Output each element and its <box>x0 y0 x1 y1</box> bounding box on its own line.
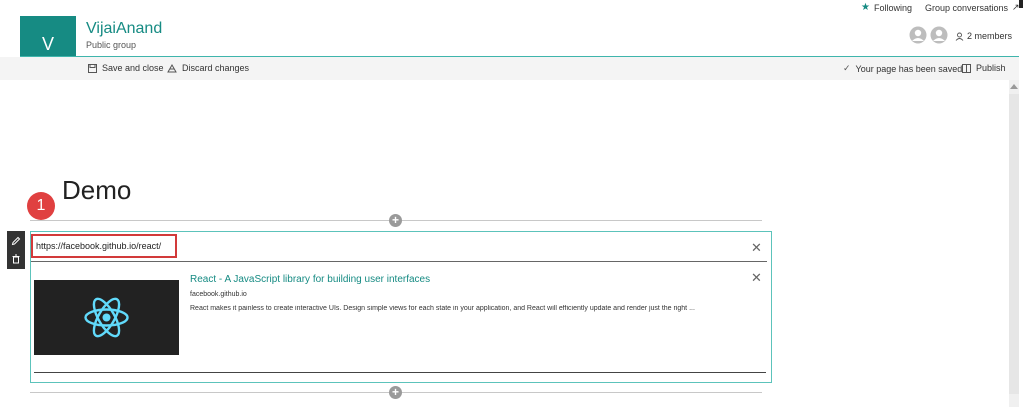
link-preview-thumbnail[interactable] <box>34 280 179 355</box>
group-conversations-label: Group conversations <box>925 2 1009 13</box>
save-status: ✓ Your page has been saved <box>843 63 962 74</box>
react-logo-icon <box>84 297 129 338</box>
members-button[interactable]: 2 members <box>955 31 1012 41</box>
link-preview-title[interactable]: React - A JavaScript library for buildin… <box>190 274 430 285</box>
following-button[interactable]: ★ Following <box>861 2 912 13</box>
following-label: Following <box>873 2 912 13</box>
checkmark-icon: ✓ <box>843 63 851 73</box>
publish-icon <box>962 63 971 73</box>
save-and-close-label: Save and close <box>102 63 164 73</box>
site-subtitle: Public group <box>86 40 137 50</box>
star-icon: ★ <box>861 2 870 13</box>
scrollbar-thumb[interactable] <box>1009 94 1019 394</box>
window-edge-mark <box>1019 0 1023 8</box>
page-title[interactable]: Demo <box>62 175 131 206</box>
discard-icon <box>167 63 177 72</box>
save-status-label: Your page has been saved <box>855 63 963 74</box>
person-icon <box>955 32 964 41</box>
link-preview-domain: facebook.github.io <box>190 291 247 298</box>
step-badge: 1 <box>27 192 55 220</box>
url-input[interactable] <box>31 234 177 258</box>
link-preview-description: React makes it painless to create intera… <box>190 305 695 312</box>
url-field-underline <box>31 261 767 262</box>
edit-pencil-icon[interactable] <box>8 233 24 249</box>
preview-underline <box>34 372 766 373</box>
remove-preview-close-icon[interactable]: ✕ <box>751 271 762 284</box>
site-title[interactable]: VijaiAnand <box>86 20 162 38</box>
add-webpart-button[interactable]: + <box>389 386 402 399</box>
save-icon <box>88 63 97 73</box>
member-avatar[interactable] <box>909 26 927 49</box>
publish-button[interactable]: Publish <box>962 63 1006 73</box>
members-label: 2 members <box>967 31 1013 41</box>
clear-url-close-icon[interactable]: ✕ <box>751 241 762 254</box>
group-conversations-link[interactable]: Group conversations ↗ <box>925 2 1020 13</box>
window-edge <box>1019 0 1023 407</box>
discard-changes-button[interactable]: Discard changes <box>167 63 249 73</box>
scroll-up-arrow-icon[interactable] <box>1010 84 1018 89</box>
delete-trash-icon[interactable] <box>8 251 24 267</box>
discard-changes-label: Discard changes <box>182 63 250 73</box>
member-avatar[interactable] <box>930 26 948 49</box>
site-logo-letter: V <box>41 33 54 54</box>
external-link-icon: ↗ <box>1012 2 1020 12</box>
save-and-close-button[interactable]: Save and close <box>88 63 164 73</box>
add-webpart-button[interactable]: + <box>389 214 402 227</box>
publish-label: Publish <box>976 63 1006 73</box>
